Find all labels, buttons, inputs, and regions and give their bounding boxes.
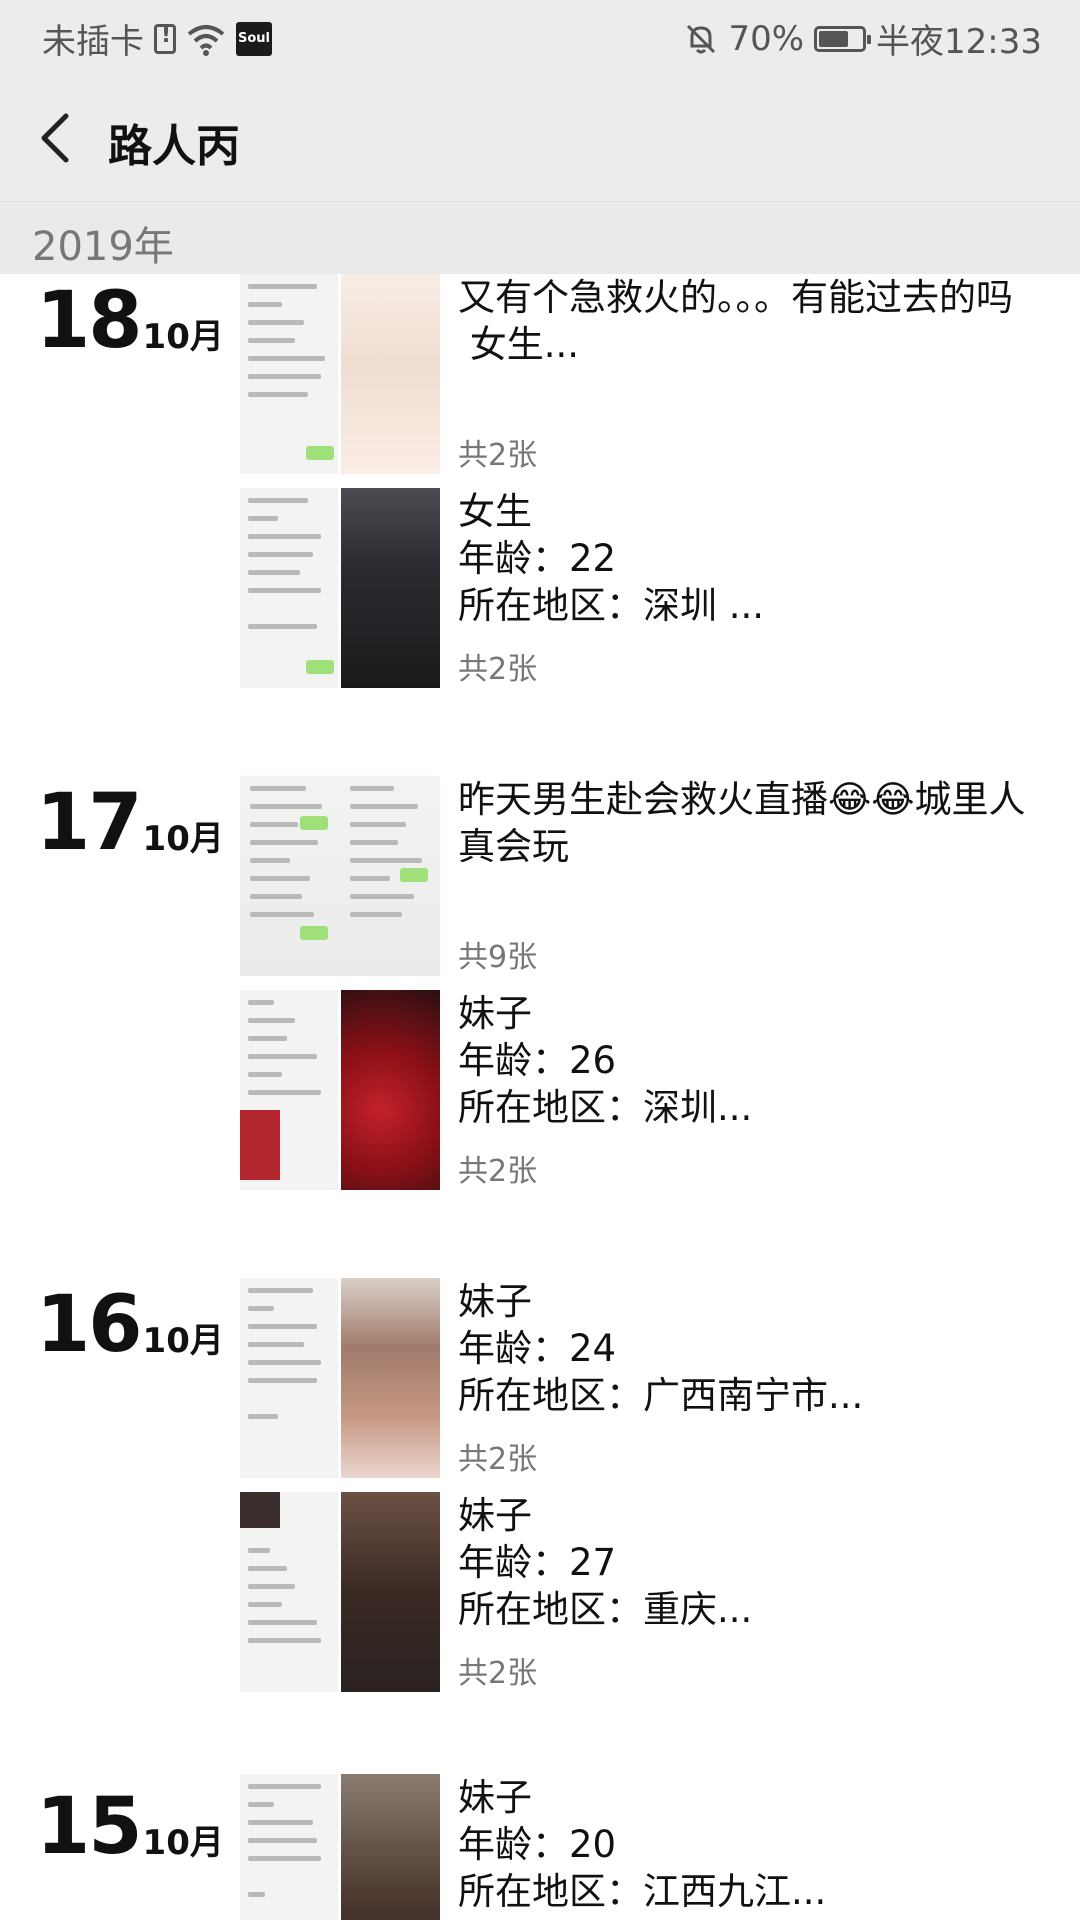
date-month: 10月 xyxy=(142,819,224,859)
date-month: 10月 xyxy=(142,317,224,357)
status-bar: 未插卡 Soul 70% 半夜12:33 xyxy=(0,0,1080,74)
image-count: 共2张 xyxy=(458,438,538,473)
post-text: 妹子 年龄：27 所在地区：重庆... xyxy=(458,1494,753,1631)
top-bar: 路人丙 xyxy=(0,74,1080,202)
date-label: 15 10月 xyxy=(36,1788,224,1866)
carrier-label: 未插卡 xyxy=(42,22,144,62)
photo-thumbnail xyxy=(341,488,440,688)
post-item[interactable]: 女生 年龄：22 所在地区：深圳 ... 共2张 xyxy=(240,488,1060,688)
post-text: 昨天男生赴会救火直播😂😂城里人真会玩 xyxy=(458,778,1026,868)
photo-thumbnail xyxy=(341,1492,440,1692)
post-thumbnails xyxy=(240,776,440,976)
year-label: 2019年 xyxy=(32,224,174,270)
image-count: 共2张 xyxy=(458,652,538,687)
battery-icon xyxy=(814,25,872,52)
back-arrow-icon[interactable] xyxy=(36,112,76,164)
date-day: 15 xyxy=(36,1782,143,1872)
post-thumbnails xyxy=(240,488,440,688)
post-thumbnails xyxy=(240,1492,440,1692)
post-item[interactable]: 妹子 年龄：27 所在地区：重庆... 共2张 xyxy=(240,1492,1060,1692)
battery-percent: 70% xyxy=(728,18,805,59)
image-count: 共2张 xyxy=(458,1442,538,1477)
photo-thumbnail xyxy=(341,274,440,474)
post-item[interactable]: 又有个急救火的。。。有能过去的吗 女生... 共2张 xyxy=(240,274,1060,474)
post-thumbnails xyxy=(240,990,440,1190)
post-text: 女生 年龄：22 所在地区：深圳 ... xyxy=(458,490,765,627)
post-text: 妹子 年龄：24 所在地区：广西南宁市... xyxy=(458,1280,864,1417)
screenshot-thumbnail xyxy=(240,1774,338,1920)
wifi-icon xyxy=(187,24,225,56)
chat-screenshot-grid-thumbnail xyxy=(240,776,440,976)
post-item[interactable]: 妹子 年龄：24 所在地区：广西南宁市... 共2张 xyxy=(240,1278,1060,1478)
moments-list: 18 10月 又有个急救火的。。。有能过去的吗 女生... 共2张 女生 年龄：… xyxy=(0,274,1080,1920)
status-right: 70% 半夜12:33 xyxy=(684,14,1042,63)
date-label: 16 10月 xyxy=(36,1286,224,1364)
date-label: 18 10月 xyxy=(36,282,224,360)
image-count: 共2张 xyxy=(458,1154,538,1189)
post-thumbnails xyxy=(240,1774,440,1920)
photo-thumbnail xyxy=(341,1278,440,1478)
date-day: 17 xyxy=(36,778,143,868)
screenshot-thumbnail xyxy=(240,488,338,688)
soul-app-icon: Soul xyxy=(236,21,272,56)
clock: 半夜12:33 xyxy=(876,22,1042,62)
date-day: 16 xyxy=(36,1280,143,1370)
page-title: 路人丙 xyxy=(108,121,240,172)
photo-thumbnail xyxy=(341,990,440,1190)
bell-off-icon xyxy=(687,24,716,53)
screenshot-thumbnail xyxy=(240,990,338,1190)
image-count: 共9张 xyxy=(458,940,538,975)
post-thumbnails xyxy=(240,1278,440,1478)
date-month: 10月 xyxy=(142,1823,224,1863)
screenshot-thumbnail xyxy=(240,274,338,474)
post-text: 妹子 年龄：20 所在地区：江西九江... xyxy=(458,1776,827,1913)
post-thumbnails xyxy=(240,274,440,474)
post-item[interactable]: 妹子 年龄：26 所在地区：深圳... 共2张 xyxy=(240,990,1060,1190)
date-month: 10月 xyxy=(142,1321,224,1361)
sim-alert-icon xyxy=(154,23,176,54)
status-left: 未插卡 Soul xyxy=(42,14,272,63)
post-item[interactable]: 昨天男生赴会救火直播😂😂城里人真会玩 共9张 xyxy=(240,776,1060,976)
post-text: 又有个急救火的。。。有能过去的吗 女生... xyxy=(458,276,1013,366)
image-count: 共2张 xyxy=(458,1656,538,1691)
post-item[interactable]: 妹子 年龄：20 所在地区：江西九江... xyxy=(240,1774,1060,1920)
screenshot-thumbnail xyxy=(240,1492,338,1692)
date-day: 18 xyxy=(36,276,143,366)
photo-thumbnail xyxy=(341,1774,440,1920)
screenshot-thumbnail xyxy=(240,1278,338,1478)
post-text: 妹子 年龄：26 所在地区：深圳... xyxy=(458,992,753,1129)
year-header: 2019年 xyxy=(0,202,1080,274)
date-label: 17 10月 xyxy=(36,784,224,862)
